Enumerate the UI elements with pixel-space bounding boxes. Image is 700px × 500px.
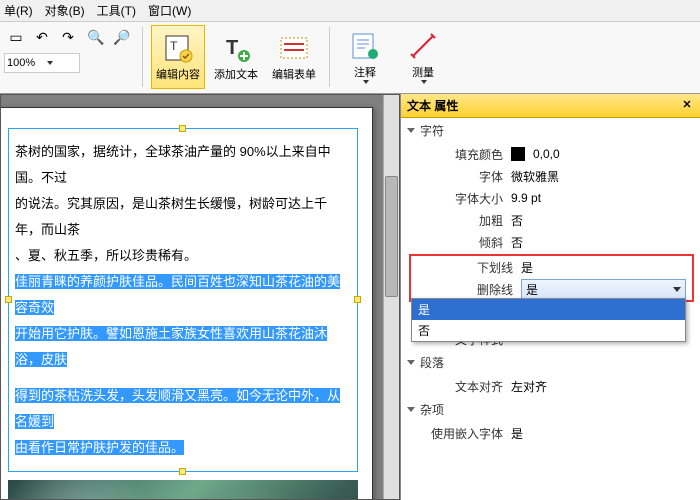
prop-font-size: 字体大小 9.9 pt	[401, 187, 700, 209]
menu-item[interactable]: 单(R)	[4, 2, 33, 19]
callout-highlight: 下划线 是 删除线 是 是 否	[409, 254, 694, 302]
paragraph-selected[interactable]: 佳丽青睐的养颜护肤佳品。民间百姓也深知山茶花油的美容奇效	[15, 269, 351, 321]
chevron-down-icon	[47, 61, 53, 65]
paragraph-selected[interactable]: 得到的茶枯洗头发，头发顺滑又黑亮。如今无论中外，从名媛到	[15, 383, 351, 435]
resize-handle[interactable]	[354, 296, 361, 303]
section-header-misc[interactable]: 杂项	[401, 397, 700, 422]
collapse-icon	[407, 360, 415, 365]
collapse-icon	[407, 407, 415, 412]
zoom-combo[interactable]	[4, 53, 80, 73]
annotate-button[interactable]: 注释	[338, 25, 392, 89]
prop-embed-font: 使用嵌入字体 是	[401, 422, 700, 444]
page: 茶树的国家，据统计，全球茶油产量的 90%以上来自中国。不过 的说法。究其原因，…	[0, 107, 373, 500]
panel-title: 文本 属性	[407, 97, 458, 114]
text-frame[interactable]: 茶树的国家，据统计，全球茶油产量的 90%以上来自中国。不过 的说法。究其原因，…	[8, 128, 358, 472]
scrollbar-thumb[interactable]	[385, 176, 398, 297]
color-swatch[interactable]	[511, 147, 525, 161]
prop-fill-color: 填充颜色 0,0,0	[401, 143, 700, 165]
vertical-scrollbar[interactable]	[383, 95, 399, 499]
resize-handle[interactable]	[179, 468, 186, 475]
document-pane: 茶树的国家，据统计，全球茶油产量的 90%以上来自中国。不过 的说法。究其原因，…	[0, 94, 400, 500]
edit-form-icon	[278, 32, 310, 64]
prop-bold: 加粗 否	[401, 209, 700, 231]
rotate-right-icon[interactable]: ↷	[56, 25, 80, 49]
toolbar-divider	[329, 27, 330, 87]
strike-dropdown[interactable]: 是	[521, 279, 686, 299]
toolbar: ▭ ↶ ↷ 🔍 🔎 T 编辑内容 T 添加文本 编辑表单	[0, 22, 700, 94]
close-icon[interactable]: ✕	[680, 99, 694, 113]
menu-item[interactable]: 对象(B)	[45, 2, 85, 19]
chevron-down-icon	[673, 287, 681, 292]
menu-item[interactable]: 窗口(W)	[148, 2, 191, 19]
paragraph[interactable]: 的说法。究其原因，是山茶树生长缓慢，树龄可达上千年，而山茶	[15, 191, 351, 243]
paragraph[interactable]: 茶树的国家，据统计，全球茶油产量的 90%以上来自中国。不过	[15, 139, 351, 191]
prop-font: 字体 微软雅黑	[401, 165, 700, 187]
resize-handle[interactable]	[5, 296, 12, 303]
add-text-button[interactable]: T 添加文本	[209, 25, 263, 89]
menu-bar: 单(R) 对象(B) 工具(T) 窗口(W)	[0, 0, 700, 22]
prop-underline: 下划线 是	[411, 256, 692, 278]
dropdown-option[interactable]: 是	[412, 299, 685, 320]
properties-panel: 文本 属性 ✕ 字符 填充颜色 0,0,0 字体 微软雅黑 字体大小 9.9 p…	[400, 94, 700, 500]
svg-text:T: T	[170, 39, 178, 53]
zoom-input[interactable]	[7, 57, 45, 69]
fit-page-icon[interactable]: ▭	[4, 25, 28, 49]
zoom-out-icon[interactable]: 🔎	[110, 25, 134, 49]
toolbar-divider	[142, 27, 143, 87]
resize-handle[interactable]	[179, 125, 186, 132]
section-header-para[interactable]: 段落	[401, 350, 700, 375]
paragraph[interactable]: 、夏、秋五季，所以珍贵稀有。	[15, 243, 351, 269]
svg-text:T: T	[226, 37, 238, 59]
prop-align: 文本对齐 左对齐	[401, 375, 700, 397]
prop-strike: 删除线 是 是 否	[411, 278, 692, 300]
dropdown-option[interactable]: 否	[412, 320, 685, 341]
rotate-left-icon[interactable]: ↶	[30, 25, 54, 49]
chevron-down-icon	[363, 80, 369, 84]
measure-button[interactable]: 测量	[396, 25, 450, 89]
zoom-in-icon[interactable]: 🔍	[84, 25, 108, 49]
annotate-icon	[349, 30, 381, 62]
menu-item[interactable]: 工具(T)	[97, 2, 136, 19]
add-text-icon: T	[220, 32, 252, 64]
section-header-char[interactable]: 字符	[401, 118, 700, 143]
prop-italic: 倾斜 否	[401, 231, 700, 253]
paragraph-selected[interactable]: 开始用它护肤。譬如恩施土家族女性喜欢用山茶花油沐浴，皮肤	[15, 321, 351, 373]
panel-title-bar: 文本 属性 ✕	[401, 94, 700, 118]
measure-icon	[407, 30, 439, 62]
dropdown-list: 是 否	[411, 298, 686, 342]
chevron-down-icon	[421, 80, 427, 84]
edit-content-icon: T	[162, 32, 194, 64]
collapse-icon	[407, 128, 415, 133]
paragraph-selected[interactable]: 由看作日常护肤护发的佳品。	[15, 435, 351, 461]
embedded-image	[8, 480, 358, 500]
edit-form-button[interactable]: 编辑表单	[267, 25, 321, 89]
callout-arrow-icon	[0, 276, 2, 290]
edit-content-button[interactable]: T 编辑内容	[151, 25, 205, 89]
